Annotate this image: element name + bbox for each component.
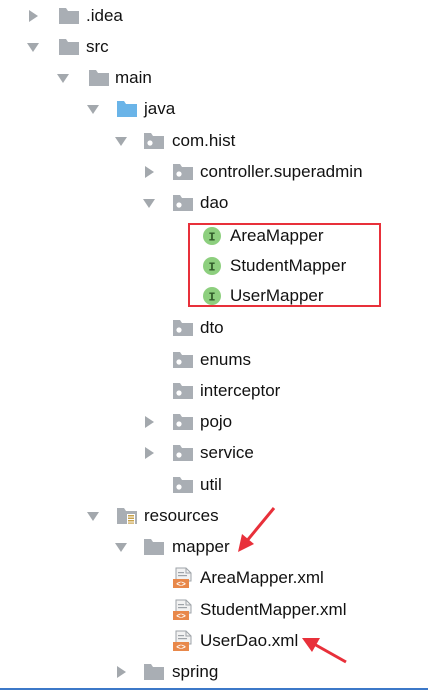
- tree-row-dto[interactable]: dto: [0, 314, 428, 342]
- folder-icon: [143, 662, 165, 682]
- tree-label: controller.superadmin: [200, 162, 363, 181]
- highlight-box: [188, 223, 381, 307]
- folder-icon: [58, 6, 80, 26]
- tree-row-pojo[interactable]: pojo: [0, 408, 428, 436]
- package-icon: [172, 350, 194, 370]
- tree-row-java[interactable]: java: [0, 95, 428, 123]
- tree-label: com.hist: [172, 131, 236, 150]
- xml-file-icon: [172, 599, 194, 621]
- tree-row-area-mapper-xml[interactable]: AreaMapper.xml: [0, 564, 428, 592]
- tree-row-spring[interactable]: spring: [0, 658, 428, 686]
- tree-row-mapper[interactable]: mapper: [0, 533, 428, 561]
- package-icon: [172, 162, 194, 182]
- tree-label: StudentMapper.xml: [200, 600, 347, 619]
- folder-icon: [143, 537, 165, 557]
- package-icon: [172, 318, 194, 338]
- package-icon: [172, 381, 194, 401]
- tree-row-student-mapper-xml[interactable]: StudentMapper.xml: [0, 596, 428, 624]
- collapse-arrow-icon[interactable]: [86, 509, 100, 523]
- tree-row-src[interactable]: src: [0, 33, 428, 61]
- tree-row-main[interactable]: main: [0, 64, 428, 92]
- tree-row-enums[interactable]: enums: [0, 346, 428, 374]
- folder-icon: [58, 37, 80, 57]
- tree-label: main: [115, 68, 152, 87]
- expand-arrow-icon[interactable]: [142, 415, 156, 429]
- tree-label: dto: [200, 318, 224, 337]
- package-icon: [172, 412, 194, 432]
- tree-row-idea[interactable]: .idea: [0, 2, 428, 30]
- tree-label: src: [86, 37, 109, 56]
- tree-row-resources[interactable]: resources: [0, 502, 428, 530]
- tree-label: .idea: [86, 6, 123, 25]
- tree-label: pojo: [200, 412, 233, 431]
- tree-label: spring: [172, 662, 219, 681]
- expand-arrow-icon[interactable]: [142, 446, 156, 460]
- annotation-arrow-icon: [302, 638, 347, 664]
- annotation-arrow-icon: [238, 507, 276, 552]
- tree-row-dao[interactable]: dao: [0, 189, 428, 217]
- tree-label: dao: [200, 193, 229, 212]
- tree-row-com-hist[interactable]: com.hist: [0, 127, 428, 155]
- tree-row-interceptor[interactable]: interceptor: [0, 377, 428, 405]
- resources-folder-icon: [116, 506, 138, 526]
- tree-row-util[interactable]: util: [0, 471, 428, 499]
- package-icon: [172, 443, 194, 463]
- tree-label: resources: [144, 506, 219, 525]
- xml-file-icon: [172, 567, 194, 589]
- folder-icon: [88, 68, 110, 88]
- tree-row-user-dao-xml[interactable]: UserDao.xml: [0, 627, 428, 655]
- tree-label: AreaMapper.xml: [200, 568, 324, 587]
- package-icon: [172, 193, 194, 213]
- collapse-arrow-icon[interactable]: [86, 102, 100, 116]
- tree-label: interceptor: [200, 381, 281, 400]
- collapse-arrow-icon[interactable]: [56, 71, 70, 85]
- tree-label: java: [144, 99, 176, 118]
- collapse-arrow-icon[interactable]: [142, 196, 156, 210]
- tree-label: service: [200, 443, 254, 462]
- tree-row-service[interactable]: service: [0, 439, 428, 467]
- package-icon: [143, 131, 165, 151]
- tree-label: util: [200, 475, 222, 494]
- collapse-arrow-icon[interactable]: [26, 40, 40, 54]
- tree-row-controller[interactable]: controller.superadmin: [0, 158, 428, 186]
- collapse-arrow-icon[interactable]: [114, 540, 128, 554]
- source-root-folder-icon: [116, 99, 138, 119]
- tree-label: UserDao.xml: [200, 631, 299, 650]
- collapse-arrow-icon[interactable]: [114, 134, 128, 148]
- package-icon: [172, 475, 194, 495]
- tree-label: enums: [200, 350, 252, 369]
- expand-arrow-icon[interactable]: [142, 165, 156, 179]
- tree-label: mapper: [172, 537, 230, 556]
- expand-arrow-icon[interactable]: [26, 9, 40, 23]
- xml-file-icon: [172, 630, 194, 652]
- expand-arrow-icon[interactable]: [114, 665, 128, 679]
